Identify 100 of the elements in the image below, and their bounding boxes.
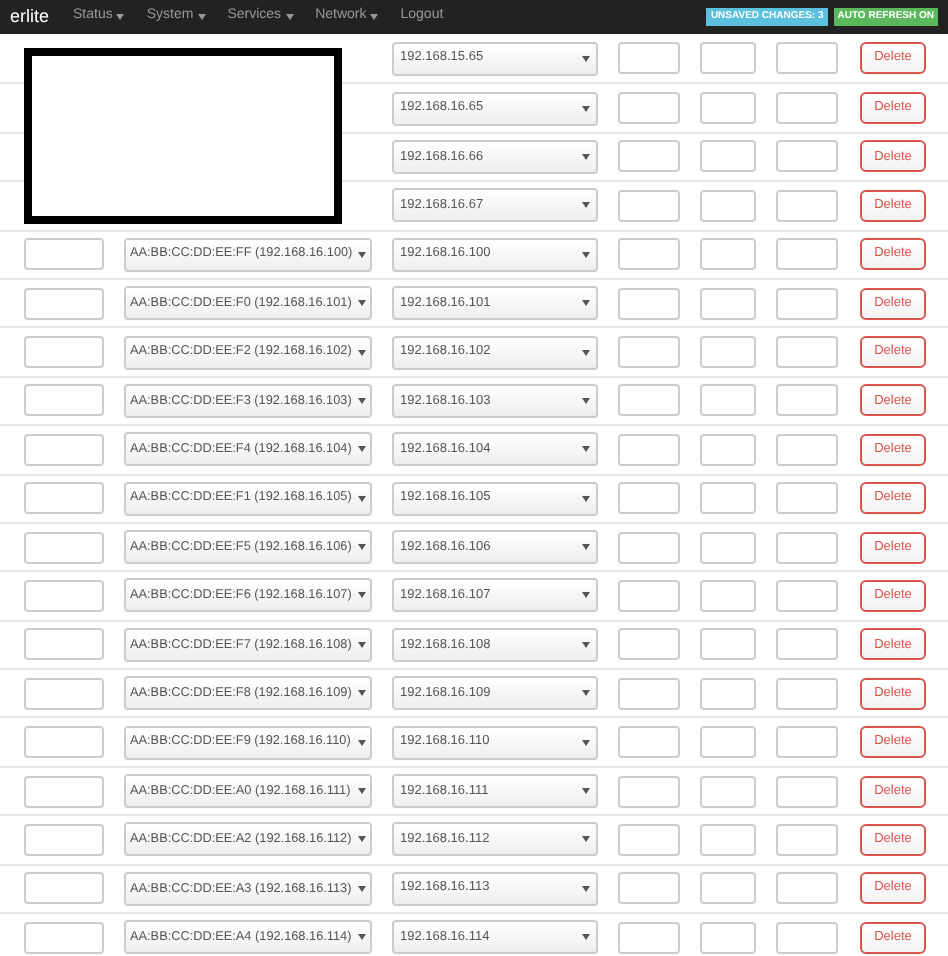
text-field[interactable] <box>776 726 838 759</box>
caret-icon <box>582 349 590 356</box>
text-field[interactable] <box>700 677 756 710</box>
text-field[interactable] <box>24 384 104 417</box>
text-field[interactable] <box>776 42 838 75</box>
text-field[interactable] <box>618 531 680 564</box>
text-field[interactable] <box>700 42 756 75</box>
caret-icon <box>358 495 366 502</box>
text-field[interactable] <box>24 677 104 710</box>
text-field[interactable] <box>776 238 838 271</box>
caret-icon[interactable] <box>370 14 379 20</box>
text-field[interactable] <box>618 238 680 271</box>
text-field[interactable] <box>700 238 756 271</box>
caret-icon <box>358 788 366 795</box>
caret-icon <box>358 544 366 551</box>
caret-icon <box>358 300 366 307</box>
text-field[interactable] <box>700 628 756 661</box>
text-field[interactable] <box>776 677 838 710</box>
text-field[interactable] <box>700 775 756 808</box>
text-field[interactable] <box>618 336 680 369</box>
text-field[interactable] <box>618 628 680 661</box>
caret-icon[interactable] <box>197 14 206 20</box>
text-field[interactable] <box>700 336 756 369</box>
text-field[interactable] <box>700 92 756 125</box>
caret-icon <box>582 641 590 648</box>
caret-icon <box>358 349 366 356</box>
text-field[interactable] <box>618 384 680 417</box>
text-field[interactable] <box>776 579 838 612</box>
text-field[interactable] <box>618 677 680 710</box>
text-field[interactable] <box>618 823 680 856</box>
caret-icon <box>582 544 590 551</box>
text-field[interactable] <box>700 823 756 856</box>
text-field[interactable] <box>618 140 680 173</box>
text-field[interactable] <box>700 531 756 564</box>
text-field[interactable] <box>618 726 680 759</box>
text-field[interactable] <box>24 336 104 369</box>
text-field[interactable] <box>24 823 104 856</box>
text-field[interactable] <box>776 872 838 905</box>
caret-icon[interactable] <box>116 14 125 20</box>
text-field[interactable] <box>618 872 680 905</box>
caret-icon <box>358 397 366 404</box>
caret-icon <box>358 885 366 892</box>
text-field[interactable] <box>24 531 104 564</box>
brand-logo[interactable]: erlite <box>10 3 50 31</box>
text-field[interactable] <box>24 872 104 905</box>
caret-icon <box>582 934 590 941</box>
text-field[interactable] <box>618 287 680 320</box>
text-field[interactable] <box>700 482 756 515</box>
text-field[interactable] <box>776 140 838 173</box>
text-field[interactable] <box>776 921 838 954</box>
text-field[interactable] <box>700 140 756 173</box>
text-field[interactable] <box>24 775 104 808</box>
text-field[interactable] <box>776 384 838 417</box>
text-field[interactable] <box>776 189 838 222</box>
caret-icon <box>358 251 366 258</box>
caret-icon <box>358 641 366 648</box>
text-field[interactable] <box>618 92 680 125</box>
caret-icon <box>582 788 590 795</box>
text-field[interactable] <box>776 287 838 320</box>
text-field[interactable] <box>618 433 680 466</box>
caret-icon <box>358 739 366 746</box>
text-field[interactable] <box>776 433 838 466</box>
text-field[interactable] <box>24 579 104 612</box>
text-field[interactable] <box>776 628 838 661</box>
text-field[interactable] <box>700 287 756 320</box>
text-field[interactable] <box>618 42 680 75</box>
caret-icon <box>358 934 366 941</box>
text-field[interactable] <box>24 726 104 759</box>
caret-icon[interactable] <box>285 14 294 20</box>
text-field[interactable] <box>776 775 838 808</box>
text-field[interactable] <box>700 384 756 417</box>
text-field[interactable] <box>776 823 838 856</box>
caret-icon <box>582 153 590 160</box>
caret-icon <box>582 202 590 209</box>
text-field[interactable] <box>618 579 680 612</box>
text-field[interactable] <box>24 287 104 320</box>
caret-icon <box>582 55 590 62</box>
text-field[interactable] <box>776 531 838 564</box>
caret-icon <box>358 592 366 599</box>
text-field[interactable] <box>776 92 838 125</box>
text-field[interactable] <box>24 482 104 515</box>
text-field[interactable] <box>618 189 680 222</box>
text-field[interactable] <box>776 482 838 515</box>
text-field[interactable] <box>24 921 104 954</box>
text-field[interactable] <box>618 775 680 808</box>
text-field[interactable] <box>700 433 756 466</box>
caret-icon <box>582 251 590 258</box>
text-field[interactable] <box>776 336 838 369</box>
text-field[interactable] <box>618 921 680 954</box>
text-field[interactable] <box>24 433 104 466</box>
caret-icon <box>582 690 590 697</box>
text-field[interactable] <box>618 482 680 515</box>
text-field[interactable] <box>700 726 756 759</box>
text-field[interactable] <box>700 579 756 612</box>
text-field[interactable] <box>24 238 104 271</box>
text-field[interactable] <box>24 628 104 661</box>
text-field[interactable] <box>700 921 756 954</box>
caret-icon <box>582 739 590 746</box>
text-field[interactable] <box>700 872 756 905</box>
text-field[interactable] <box>700 189 756 222</box>
